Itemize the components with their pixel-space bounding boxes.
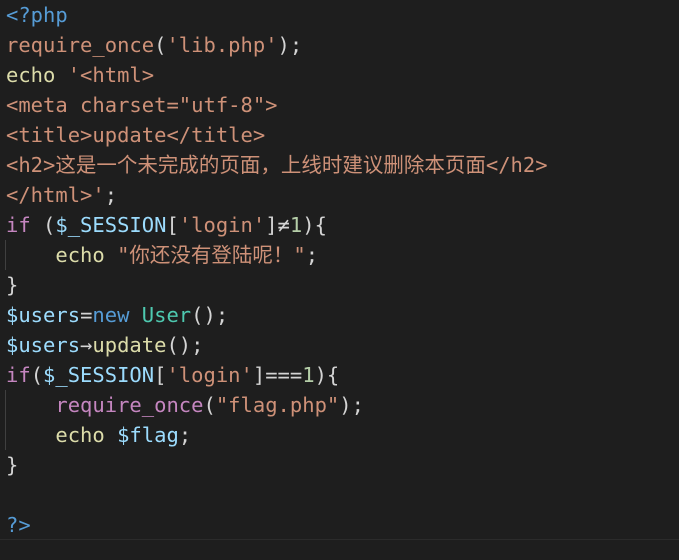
code-line-14[interactable]: require_once("flag.php");	[6, 390, 364, 420]
editor-bottom-divider	[0, 539, 679, 540]
code-line-16[interactable]: }	[6, 450, 18, 480]
code-line-6[interactable]: <h2>这是一个未完成的页面，上线时建议删除本页面</h2>	[6, 150, 548, 180]
code-line-10[interactable]: }	[6, 270, 18, 300]
code-line-1[interactable]: <?php	[6, 0, 68, 30]
code-line-13[interactable]: if($_SESSION['login']===1){	[6, 360, 339, 390]
code-line-7[interactable]: </html>';	[6, 180, 117, 210]
code-line-2[interactable]: require_once('lib.php');	[6, 30, 302, 60]
code-line-5[interactable]: <title>update</title>	[6, 120, 265, 150]
code-line-8[interactable]: if ($_SESSION['login']≠1){	[6, 210, 327, 240]
code-line-12[interactable]: $users→update();	[6, 330, 204, 360]
code-line-3[interactable]: echo '<html>	[6, 60, 154, 90]
code-editor[interactable]: <?php require_once('lib.php'); echo '<ht…	[0, 0, 679, 560]
code-line-15[interactable]: echo $flag;	[6, 420, 191, 450]
code-line-4[interactable]: <meta charset="utf-8">	[6, 90, 278, 120]
code-line-11[interactable]: $users=new User();	[6, 300, 228, 330]
code-line-9[interactable]: echo "你还没有登陆呢！";	[6, 240, 318, 270]
code-line-18[interactable]: ?>	[6, 510, 31, 540]
